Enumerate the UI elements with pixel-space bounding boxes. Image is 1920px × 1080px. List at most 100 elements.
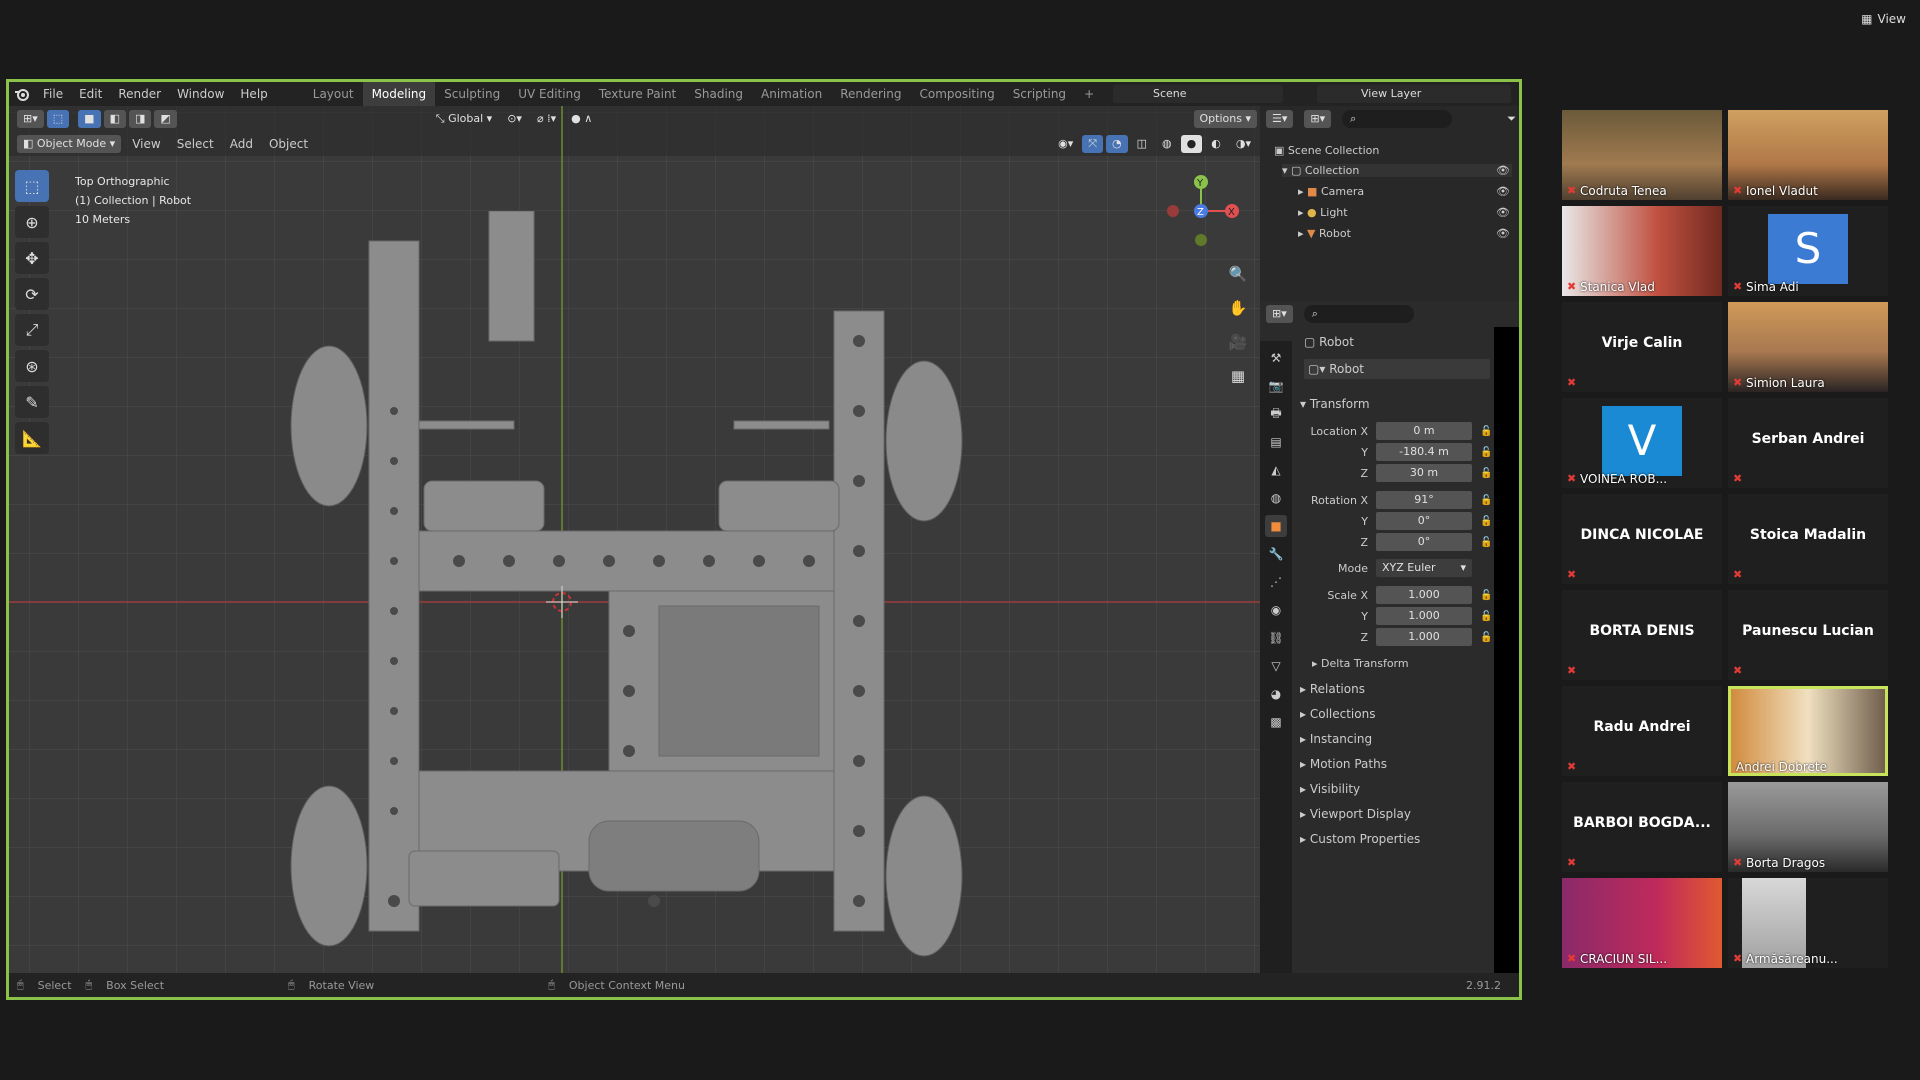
tab-rendering[interactable]: Rendering [831,82,910,106]
participant-tile[interactable]: BARBOI BOGDA... ✖ [1562,782,1722,872]
lock-icon[interactable]: 🔓 [1480,632,1492,643]
outliner-item-light[interactable]: ▸ ● Light 👁 [1298,206,1512,219]
robot-model[interactable] [279,211,1039,971]
participant-tile[interactable]: DINCA NICOLAE ✖ [1562,494,1722,584]
add-workspace-button[interactable]: + [1075,82,1103,106]
delta-transform-panel[interactable]: ▸ Delta Transform [1312,657,1409,670]
view-layer-tab-icon[interactable]: ▤ [1265,431,1287,453]
navigation-gizmo[interactable]: Y X Z [1156,166,1246,256]
participant-tile[interactable]: ✖ Simion Laura [1728,302,1888,392]
scene-collection-row[interactable]: ▣ Scene Collection [1274,144,1379,157]
motion-paths-panel[interactable]: ▸ Motion Paths [1300,757,1387,771]
menu-window[interactable]: Window [169,87,232,101]
output-tab-icon[interactable]: 🖶 [1265,403,1287,425]
tab-compositing[interactable]: Compositing [910,82,1003,106]
modifier-tab-icon[interactable]: 🔧 [1265,543,1287,565]
location-z-field[interactable]: 30 m [1376,464,1472,482]
participant-tile[interactable]: BORTA DENIS ✖ [1562,590,1722,680]
scale-y-field[interactable]: 1.000 [1376,607,1472,625]
scale-x-field[interactable]: 1.000 [1376,586,1472,604]
data-block-selector[interactable]: ▢▾ Robot [1304,359,1490,379]
tab-texture-paint[interactable]: Texture Paint [590,82,685,106]
viewport-display-panel[interactable]: ▸ Viewport Display [1300,807,1411,821]
lock-icon[interactable]: 🔓 [1480,516,1492,527]
participant-tile[interactable]: ✖ Armăsăreanu... [1728,878,1888,968]
participant-tile[interactable]: Serban Andrei ✖ [1728,398,1888,488]
instancing-panel[interactable]: ▸ Instancing [1300,732,1372,746]
constraints-tab-icon[interactable]: ⛓ [1265,627,1287,649]
eye-icon[interactable]: 👁 [1496,206,1510,219]
view-button[interactable]: ▦ View [1861,12,1906,26]
tab-animation[interactable]: Animation [752,82,831,106]
render-tab-icon[interactable]: 📷 [1265,375,1287,397]
tab-layout[interactable]: Layout [304,82,363,106]
tool-tab-icon[interactable]: ⚒ [1265,347,1287,369]
tab-sculpting[interactable]: Sculpting [435,82,509,106]
funnel-icon[interactable]: ⏷ [1507,112,1516,126]
menu-edit[interactable]: Edit [71,87,110,101]
eye-icon[interactable]: 👁 [1496,185,1510,198]
scale-z-field[interactable]: 1.000 [1376,628,1472,646]
participant-tile[interactable]: ✖ Borta Dragos [1728,782,1888,872]
participant-tile[interactable]: Virje Calin ✖ [1562,302,1722,392]
display-mode-icon[interactable]: ☰▾ [1266,110,1294,128]
menu-render[interactable]: Render [110,87,169,101]
menu-help[interactable]: Help [232,87,275,101]
object-tab-icon[interactable]: ■ [1265,515,1287,537]
view-layer-selector[interactable]: View Layer [1317,85,1511,103]
outliner-search[interactable]: ⌕ [1342,110,1453,128]
participant-tile[interactable]: ✖ Ionel Vladut [1728,110,1888,200]
properties-scrollbar[interactable] [1494,327,1519,977]
location-x-field[interactable]: 0 m [1376,422,1472,440]
3d-cursor-icon[interactable] [546,586,578,618]
outliner-item-robot[interactable]: ▸ ▼ Robot 👁 [1298,227,1512,240]
outliner-item-camera[interactable]: ▸ ■ Camera 👁 [1298,185,1512,198]
menu-file[interactable]: File [35,87,71,101]
participant-tile[interactable]: ✖ CRACIUN SIL... [1562,878,1722,968]
blender-logo-icon[interactable] [9,82,35,106]
active-speaker-tile[interactable]: Andrei Dobrete [1728,686,1888,776]
participant-tile[interactable]: V ✖ VOINEA ROB... [1562,398,1722,488]
lock-icon[interactable]: 🔓 [1480,468,1492,479]
tab-uv-editing[interactable]: UV Editing [509,82,590,106]
custom-properties-panel[interactable]: ▸ Custom Properties [1300,832,1420,846]
visibility-panel[interactable]: ▸ Visibility [1300,782,1360,796]
3d-viewport[interactable]: ⊞▾ ⬚ ■ ◧ ◨ ◩ ⤡ Global ▾ ⊙▾ ⌀ ⁞▾ ● ∧ Opti… [9,106,1260,977]
tab-shading[interactable]: Shading [685,82,752,106]
properties-editor-type-icon[interactable]: ⊞▾ [1266,305,1293,323]
data-tab-icon[interactable]: ▽ [1265,655,1287,677]
physics-tab-icon[interactable]: ◉ [1265,599,1287,621]
participant-tile[interactable]: S ✖ Sima Adi [1728,206,1888,296]
participant-tile[interactable]: Paunescu Lucian ✖ [1728,590,1888,680]
lock-icon[interactable]: 🔓 [1480,426,1492,437]
lock-icon[interactable]: 🔓 [1480,537,1492,548]
collections-panel[interactable]: ▸ Collections [1300,707,1375,721]
participant-tile[interactable]: Radu Andrei ✖ [1562,686,1722,776]
particles-tab-icon[interactable]: ⋰ [1265,571,1287,593]
relations-panel[interactable]: ▸ Relations [1300,682,1365,696]
eye-icon[interactable]: 👁 [1496,227,1510,240]
ortho-grid-icon[interactable]: ▦ [1224,363,1252,389]
camera-view-icon[interactable]: 🎥 [1224,329,1252,355]
pan-hand-icon[interactable]: ✋ [1224,295,1252,321]
participant-tile[interactable]: ✖ Codruta Tenea [1562,110,1722,200]
tab-modeling[interactable]: Modeling [362,82,436,106]
collection-row[interactable]: ▾ ▢ Collection 👁 [1282,164,1512,177]
zoom-icon[interactable]: 🔍 [1224,261,1252,287]
lock-icon[interactable]: 🔓 [1480,611,1492,622]
transform-panel-header[interactable]: ▾ Transform [1300,397,1370,411]
participant-tile[interactable]: ✖ Stanica Vlad [1562,206,1722,296]
location-y-field[interactable]: -180.4 m [1376,443,1472,461]
rotation-x-field[interactable]: 91° [1376,491,1472,509]
lock-icon[interactable]: 🔓 [1480,590,1492,601]
lock-icon[interactable]: 🔓 [1480,495,1492,506]
rotation-z-field[interactable]: 0° [1376,533,1472,551]
rotation-y-field[interactable]: 0° [1376,512,1472,530]
material-tab-icon[interactable]: ◕ [1265,683,1287,705]
participant-tile[interactable]: Stoica Madalin ✖ [1728,494,1888,584]
filter-icon[interactable]: ⊞▾ [1304,110,1332,128]
scene-selector[interactable]: Scene [1113,85,1283,103]
scene-tab-icon[interactable]: ◭ [1265,459,1287,481]
lock-icon[interactable]: 🔓 [1480,447,1492,458]
tab-scripting[interactable]: Scripting [1004,82,1075,106]
